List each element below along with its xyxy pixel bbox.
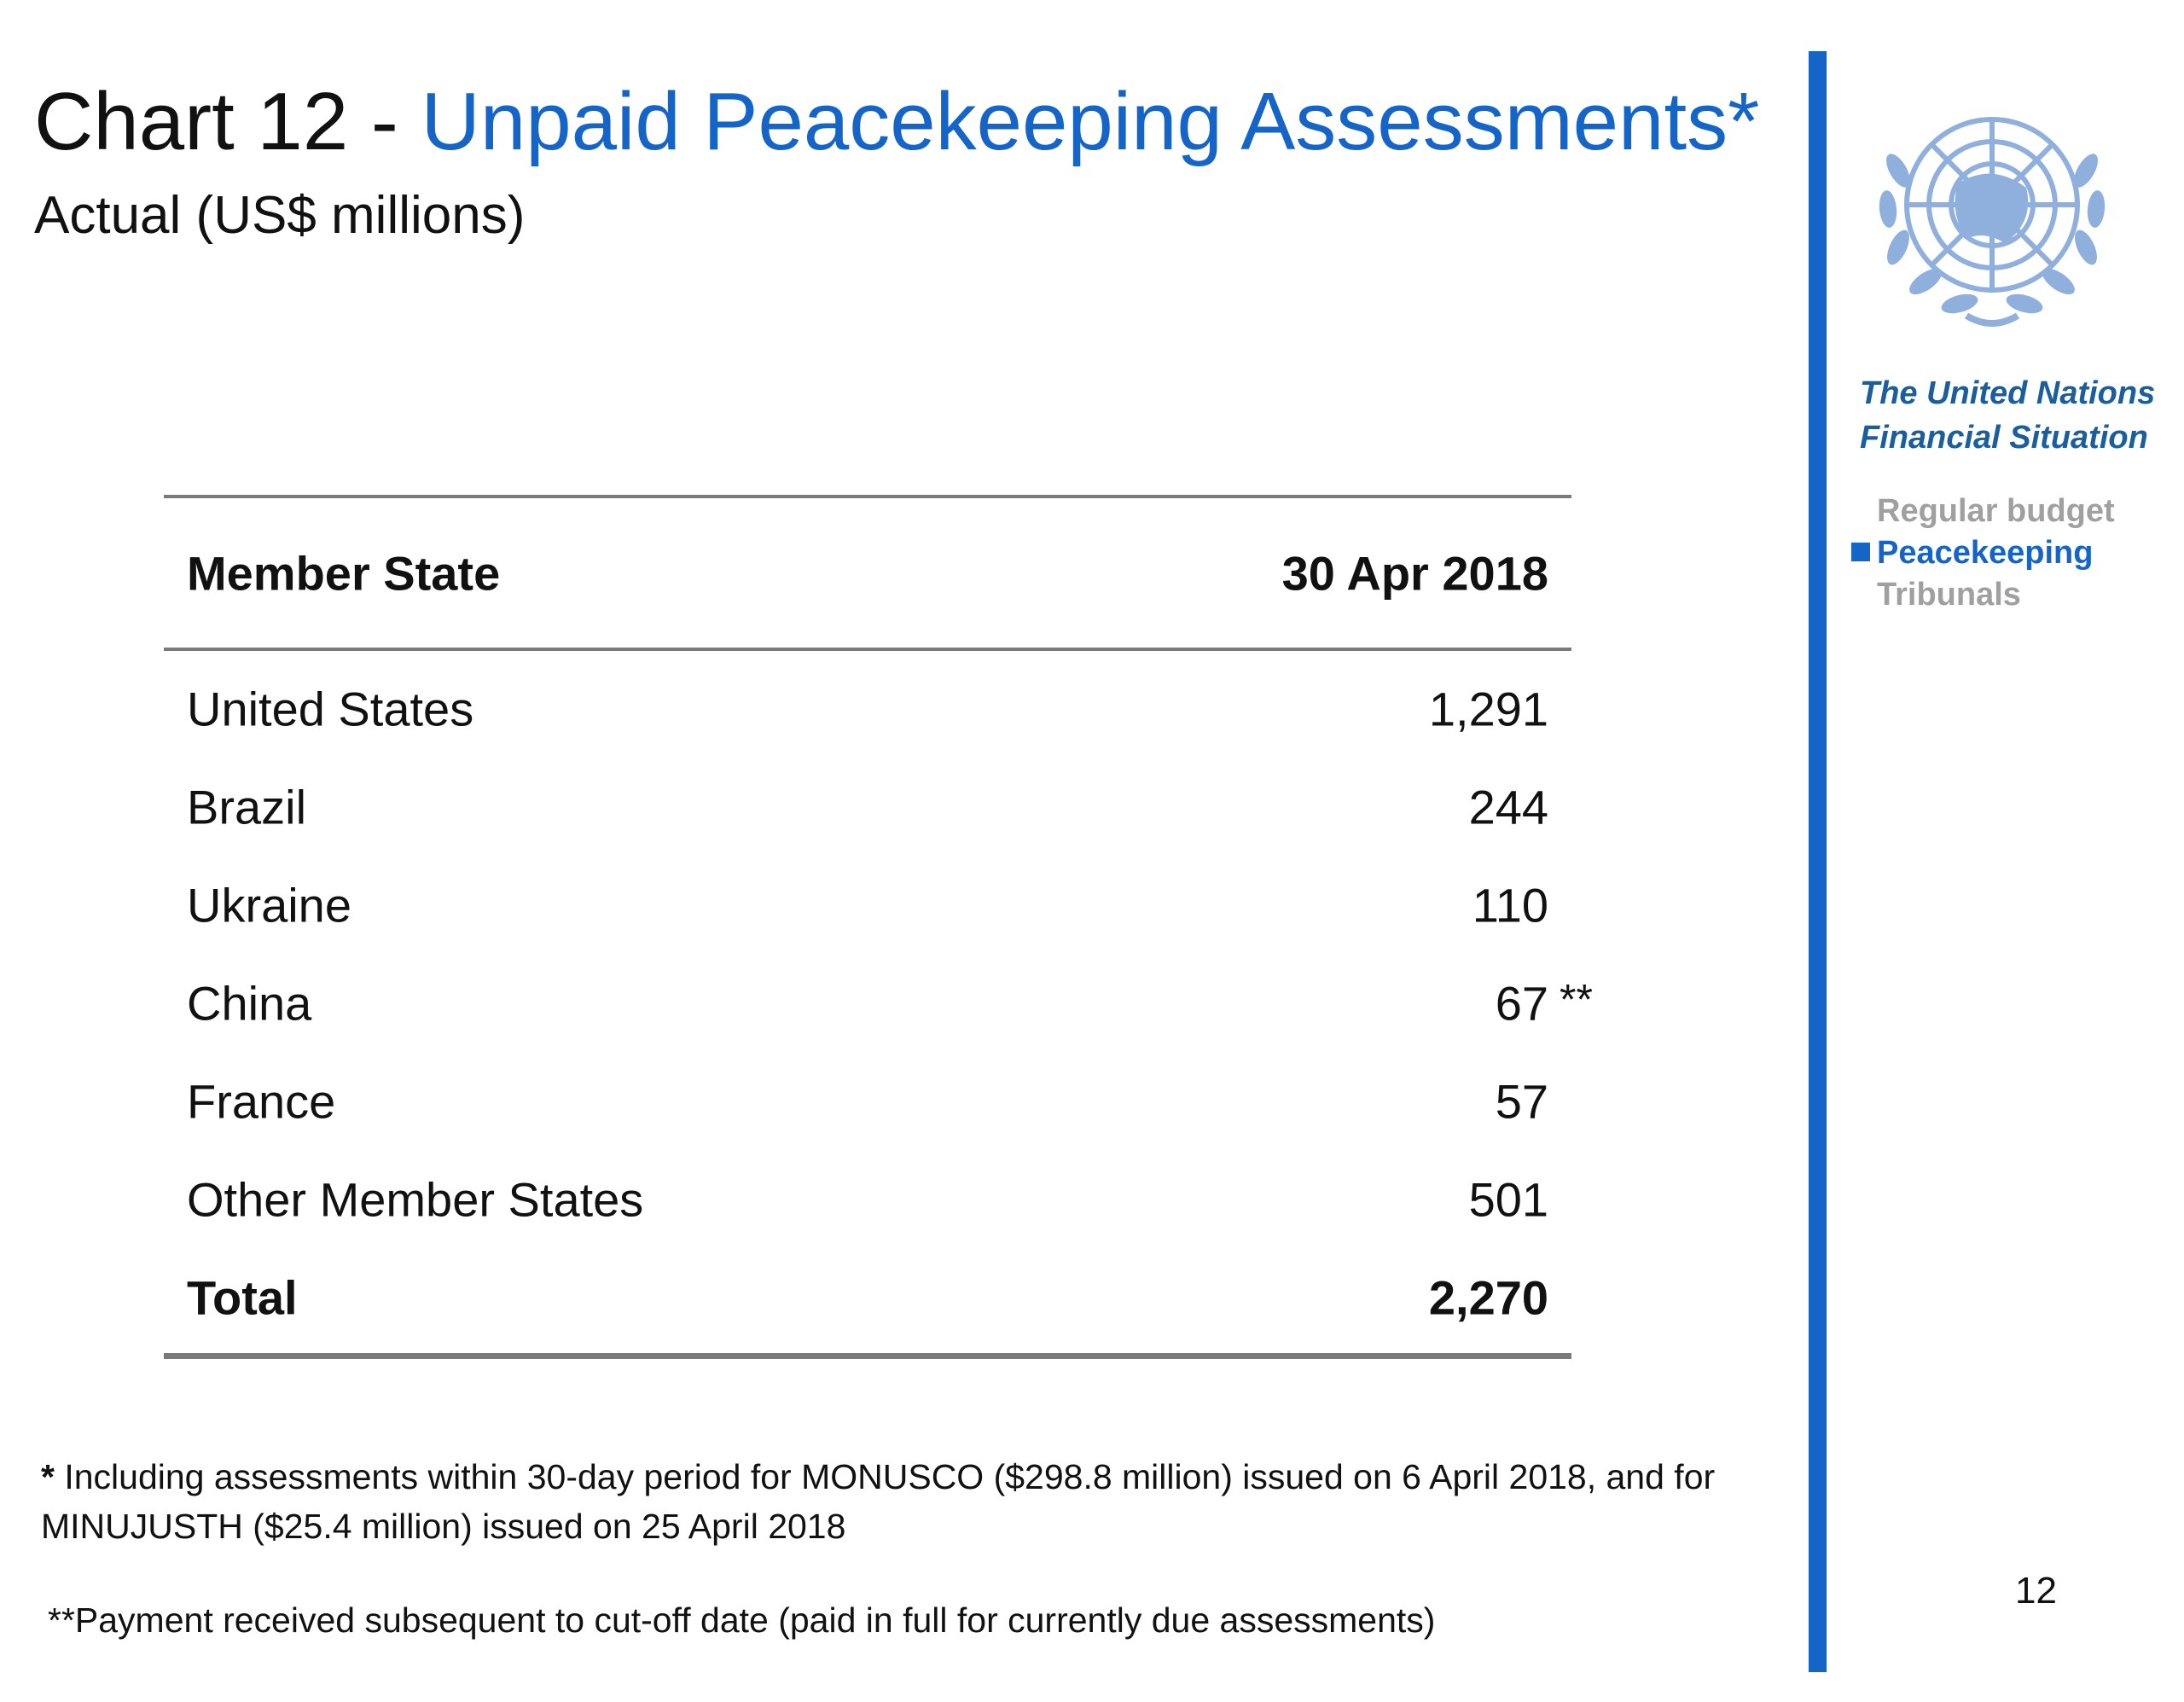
table-row: Brazil 244 — [164, 758, 1571, 856]
row-member-state: China — [187, 976, 312, 1030]
sidebar-item-regular-budget[interactable]: Regular budget — [1851, 491, 2115, 532]
footnote-1: * Including assessments within 30-day pe… — [41, 1452, 1790, 1551]
total-value: 2,270 — [1428, 1270, 1548, 1324]
table-row: France 57 — [164, 1052, 1571, 1150]
page-number: 12 — [2015, 1570, 2057, 1612]
sidebar-title-line2: Financial Situation — [1860, 420, 2148, 456]
sidebar-item-label: Tribunals — [1877, 577, 2021, 613]
row-value: 110 — [1472, 878, 1548, 932]
active-marker-icon — [1851, 543, 1870, 561]
table-total-row: Total 2,270 — [164, 1248, 1571, 1346]
row-value: 57 — [1495, 1074, 1548, 1128]
page-title: Chart 12 - Unpaid Peacekeeping Assessmen… — [34, 75, 1759, 169]
row-value: 244 — [1468, 780, 1548, 834]
table-header-row: Member State 30 Apr 2018 — [164, 498, 1571, 648]
un-emblem-icon — [1879, 117, 2106, 327]
page-subtitle: Actual (US$ millions) — [34, 186, 526, 245]
row-member-state: France — [187, 1074, 336, 1128]
table-row: United States 1,291 — [164, 659, 1571, 758]
row-member-state: United States — [187, 682, 474, 735]
sidebar-title-line1: The United Nations — [1860, 375, 2156, 411]
row-member-state: Ukraine — [187, 878, 351, 932]
row-member-state: Brazil — [187, 780, 307, 834]
table-row: Ukraine 110 — [164, 856, 1571, 954]
title-main: Unpaid Peacekeeping Assessments* — [421, 76, 1760, 167]
column-header-date: 30 Apr 2018 — [1281, 546, 1548, 600]
title-prefix: Chart 12 - — [34, 76, 421, 167]
sidebar-item-peacekeeping[interactable]: Peacekeeping — [1851, 532, 2115, 574]
total-label: Total — [187, 1270, 298, 1324]
sidebar-item-label: Peacekeeping — [1877, 535, 2094, 571]
sidebar-divider — [1809, 51, 1827, 1672]
sidebar-nav: Regular budget Peacekeeping Tribunals — [1851, 491, 2115, 616]
footnote-2: **Payment received subsequent to cut-off… — [48, 1600, 1436, 1640]
row-value: 67 — [1495, 976, 1548, 1030]
table-row: Other Member States 501 — [164, 1150, 1571, 1248]
footnote-1-mark: * — [41, 1457, 55, 1496]
row-value: 501 — [1468, 1172, 1548, 1226]
row-member-state: Other Member States — [187, 1172, 644, 1226]
row-value: 1,291 — [1428, 682, 1548, 735]
footnote-1-text: Including assessments within 30-day peri… — [41, 1457, 1716, 1546]
row-footnote-marker: ** — [1560, 974, 1593, 1023]
table-bottom-rule — [164, 1353, 1571, 1359]
column-header-member-state: Member State — [187, 546, 501, 600]
table-row: China 67 ** — [164, 954, 1593, 1052]
sidebar-item-tribunals[interactable]: Tribunals — [1851, 574, 2115, 616]
unpaid-assessments-table: Member State 30 Apr 2018 United States 1… — [164, 495, 1593, 1359]
sidebar-title: The United Nations Financial Situation — [1860, 371, 2155, 460]
sidebar-item-label: Regular budget — [1877, 493, 2115, 529]
